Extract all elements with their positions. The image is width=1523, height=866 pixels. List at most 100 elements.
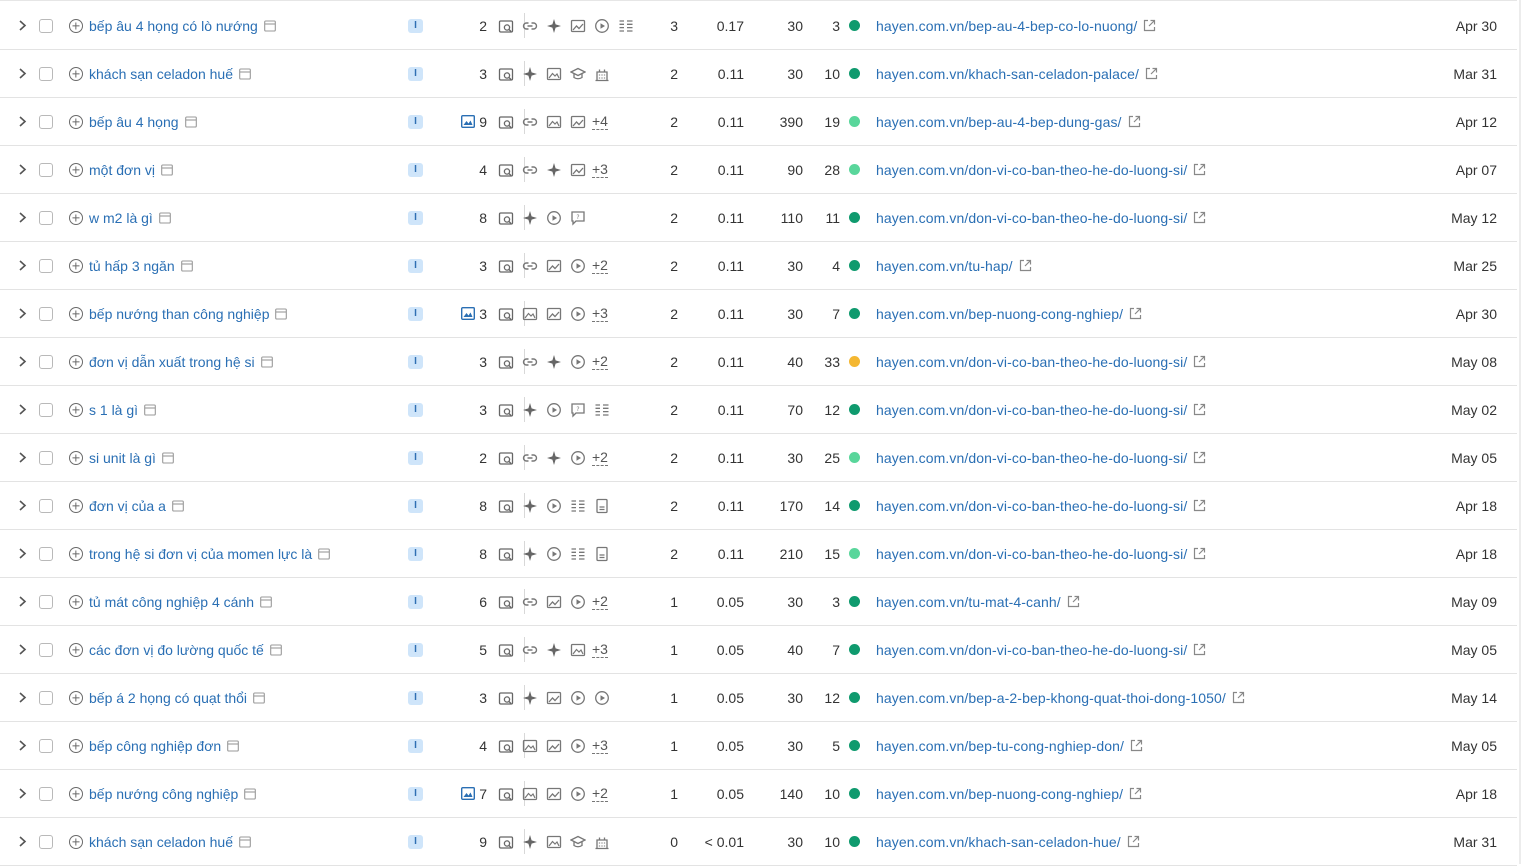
serp-snapshot-icon[interactable]	[162, 451, 174, 464]
row-checkbox[interactable]	[38, 386, 54, 433]
serp-snapshot-icon[interactable]	[161, 163, 173, 176]
row-checkbox[interactable]	[38, 626, 54, 673]
row-checkbox[interactable]	[38, 482, 54, 529]
external-link-icon[interactable]	[1193, 499, 1206, 512]
expand-row-chevron-icon[interactable]	[14, 50, 30, 97]
expand-row-chevron-icon[interactable]	[14, 722, 30, 769]
serp-snapshot-icon[interactable]	[318, 547, 331, 560]
add-keyword-icon[interactable]	[69, 834, 83, 849]
keyword-link[interactable]: các đơn vị đo lường quốc tế	[89, 642, 264, 658]
serp-snapshot-icon[interactable]	[239, 835, 251, 848]
serp-snapshot-icon[interactable]	[269, 643, 282, 656]
add-keyword-icon[interactable]	[69, 594, 83, 609]
expand-row-chevron-icon[interactable]	[14, 482, 30, 529]
more-features-link[interactable]: +2	[592, 449, 608, 466]
add-keyword-icon[interactable]	[69, 786, 83, 801]
expand-row-chevron-icon[interactable]	[14, 290, 30, 337]
more-features-link[interactable]: +3	[592, 737, 608, 754]
expand-row-chevron-icon[interactable]	[14, 434, 30, 481]
external-link-icon[interactable]	[1019, 259, 1032, 272]
serp-snapshot-icon[interactable]	[275, 307, 288, 320]
url-link[interactable]: hayen.com.vn/don-vi-co-ban-theo-he-do-lu…	[876, 642, 1187, 658]
row-checkbox[interactable]	[38, 578, 54, 625]
serp-snapshot-icon[interactable]	[144, 403, 156, 416]
keyword-link[interactable]: si unit là gì	[89, 450, 156, 466]
external-link-icon[interactable]	[1145, 67, 1158, 80]
row-checkbox[interactable]	[38, 242, 54, 289]
external-link-icon[interactable]	[1232, 691, 1245, 704]
keyword-link[interactable]: w m2 là gì	[89, 210, 153, 226]
row-checkbox[interactable]	[38, 50, 54, 97]
row-checkbox[interactable]	[38, 2, 54, 49]
url-link[interactable]: hayen.com.vn/bep-a-2-bep-khong-quat-thoi…	[876, 690, 1226, 706]
add-keyword-icon[interactable]	[69, 642, 83, 657]
serp-snapshot-icon[interactable]	[244, 787, 257, 800]
add-keyword-icon[interactable]	[69, 402, 83, 417]
keyword-link[interactable]: s 1 là gì	[89, 402, 138, 418]
url-link[interactable]: hayen.com.vn/don-vi-co-ban-theo-he-do-lu…	[876, 162, 1187, 178]
row-checkbox[interactable]	[38, 818, 54, 865]
add-keyword-icon[interactable]	[69, 258, 83, 273]
add-keyword-icon[interactable]	[69, 498, 83, 513]
keyword-link[interactable]: bếp công nghiệp đơn	[89, 738, 221, 754]
url-link[interactable]: hayen.com.vn/don-vi-co-ban-theo-he-do-lu…	[876, 354, 1187, 370]
row-checkbox[interactable]	[38, 434, 54, 481]
add-keyword-icon[interactable]	[69, 354, 83, 369]
row-checkbox[interactable]	[38, 98, 54, 145]
keyword-link[interactable]: đơn vị dẫn xuất trong hệ si	[89, 354, 255, 370]
more-features-link[interactable]: +2	[592, 257, 608, 274]
serp-snapshot-icon[interactable]	[239, 67, 251, 80]
more-features-link[interactable]: +3	[592, 641, 608, 658]
external-link-icon[interactable]	[1143, 19, 1156, 32]
url-link[interactable]: hayen.com.vn/don-vi-co-ban-theo-he-do-lu…	[876, 450, 1187, 466]
expand-row-chevron-icon[interactable]	[14, 386, 30, 433]
url-link[interactable]: hayen.com.vn/don-vi-co-ban-theo-he-do-lu…	[876, 498, 1187, 514]
add-keyword-icon[interactable]	[69, 306, 83, 321]
add-keyword-icon[interactable]	[69, 546, 83, 561]
keyword-link[interactable]: tủ mát công nghiệp 4 cánh	[89, 594, 254, 610]
external-link-icon[interactable]	[1193, 643, 1206, 656]
keyword-link[interactable]: khách sạn celadon huế	[89, 66, 233, 82]
keyword-link[interactable]: đơn vị của a	[89, 498, 166, 514]
serp-snapshot-icon[interactable]	[172, 499, 184, 512]
expand-row-chevron-icon[interactable]	[14, 578, 30, 625]
row-checkbox[interactable]	[38, 722, 54, 769]
expand-row-chevron-icon[interactable]	[14, 770, 30, 817]
expand-row-chevron-icon[interactable]	[14, 242, 30, 289]
expand-row-chevron-icon[interactable]	[14, 338, 30, 385]
add-keyword-icon[interactable]	[69, 690, 83, 705]
add-keyword-icon[interactable]	[69, 450, 83, 465]
url-link[interactable]: hayen.com.vn/khach-san-celadon-palace/	[876, 66, 1139, 82]
add-keyword-icon[interactable]	[69, 162, 83, 177]
keyword-link[interactable]: bếp âu 4 họng	[89, 114, 179, 130]
more-features-link[interactable]: +4	[592, 113, 608, 130]
more-features-link[interactable]: +2	[592, 593, 608, 610]
expand-row-chevron-icon[interactable]	[14, 626, 30, 673]
serp-snapshot-icon[interactable]	[260, 355, 273, 368]
row-checkbox[interactable]	[38, 338, 54, 385]
add-keyword-icon[interactable]	[69, 66, 83, 81]
url-link[interactable]: hayen.com.vn/tu-mat-4-canh/	[876, 594, 1061, 610]
serp-snapshot-icon[interactable]	[260, 595, 272, 608]
add-keyword-icon[interactable]	[69, 210, 83, 225]
row-checkbox[interactable]	[38, 146, 54, 193]
keyword-link[interactable]: trong hệ si đơn vị của momen lực là	[89, 546, 312, 562]
add-keyword-icon[interactable]	[69, 738, 83, 753]
more-features-link[interactable]: +2	[592, 353, 608, 370]
external-link-icon[interactable]	[1067, 595, 1080, 608]
url-link[interactable]: hayen.com.vn/don-vi-co-ban-theo-he-do-lu…	[876, 402, 1187, 418]
add-keyword-icon[interactable]	[69, 18, 83, 33]
expand-row-chevron-icon[interactable]	[14, 146, 30, 193]
keyword-link[interactable]: một đơn vị	[89, 162, 155, 178]
external-link-icon[interactable]	[1128, 115, 1141, 128]
url-link[interactable]: hayen.com.vn/tu-hap/	[876, 258, 1013, 274]
url-link[interactable]: hayen.com.vn/bep-nuong-cong-nghiep/	[876, 786, 1123, 802]
add-keyword-icon[interactable]	[69, 114, 83, 129]
more-features-link[interactable]: +2	[592, 785, 608, 802]
keyword-link[interactable]: bếp nướng than công nghiệp	[89, 306, 269, 322]
external-link-icon[interactable]	[1129, 307, 1142, 320]
keyword-link[interactable]: tủ hấp 3 ngăn	[89, 258, 175, 274]
external-link-icon[interactable]	[1130, 739, 1143, 752]
expand-row-chevron-icon[interactable]	[14, 530, 30, 577]
external-link-icon[interactable]	[1193, 163, 1206, 176]
